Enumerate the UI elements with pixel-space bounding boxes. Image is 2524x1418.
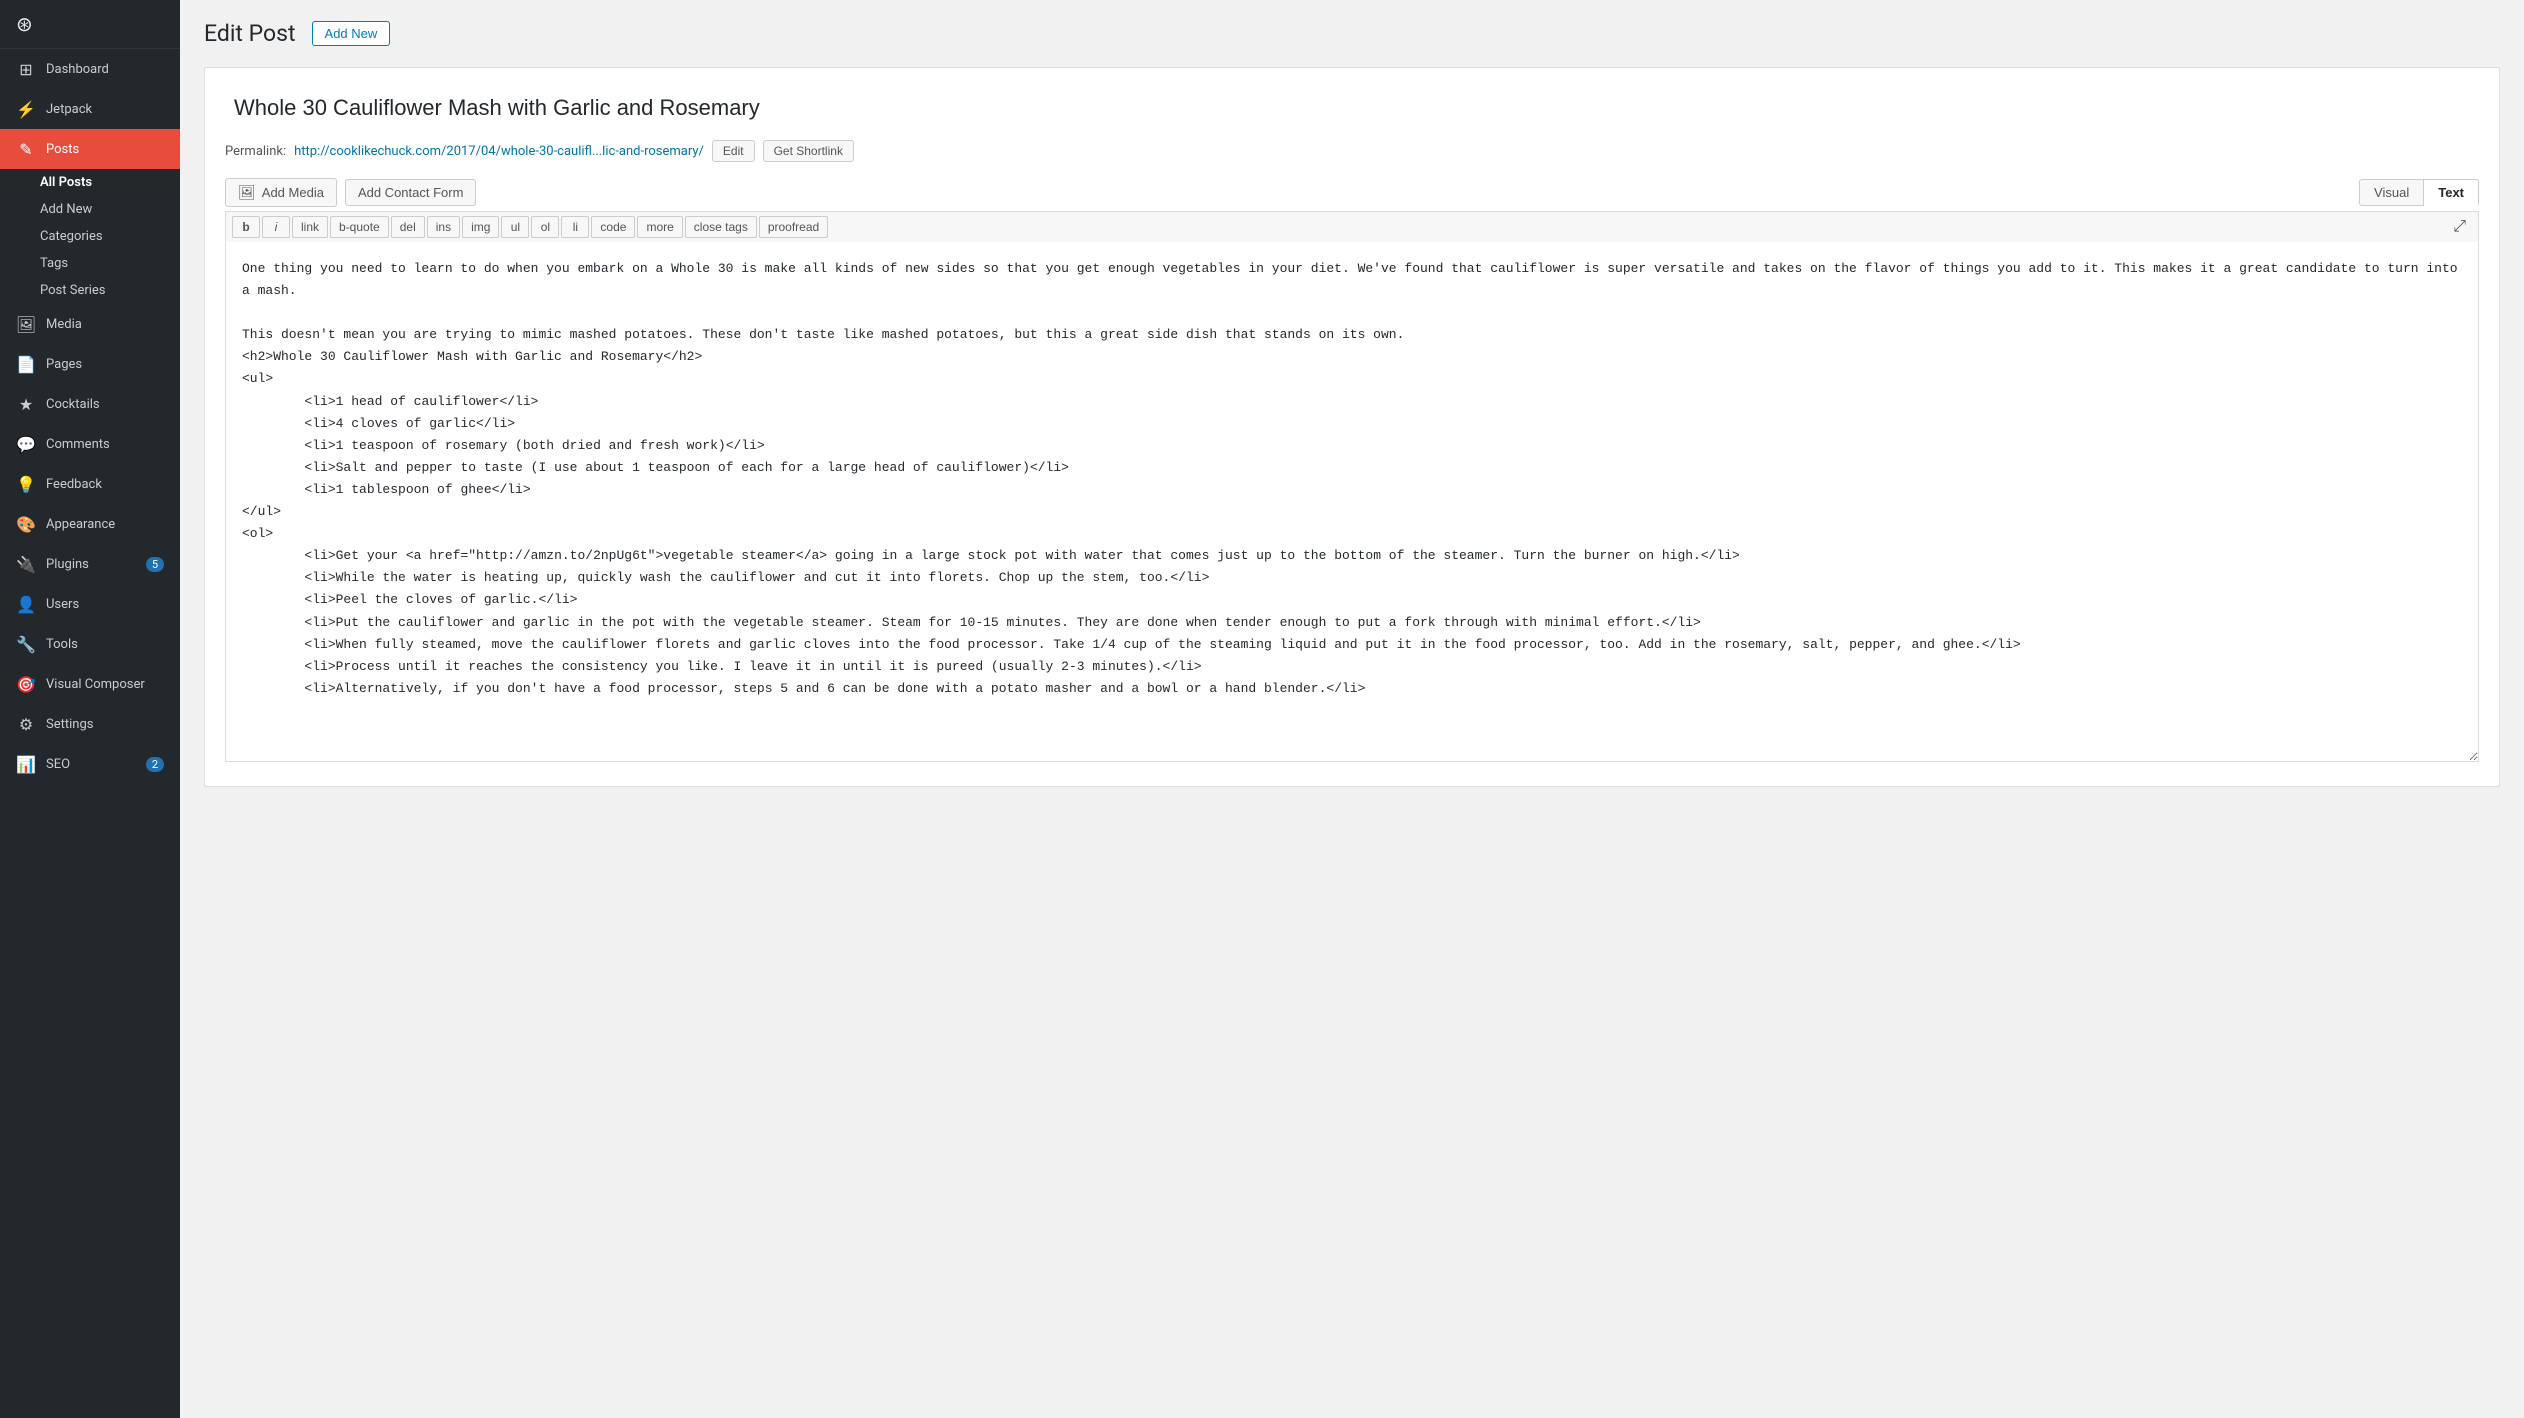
appearance-icon: 🎨 bbox=[16, 514, 36, 534]
sidebar-item-settings[interactable]: ⚙ Settings bbox=[0, 704, 180, 744]
add-contact-form-button[interactable]: Add Contact Form bbox=[345, 179, 477, 206]
feedback-icon: 💡 bbox=[16, 474, 36, 494]
add-new-label: Add New bbox=[40, 202, 92, 217]
sidebar-item-jetpack[interactable]: ⚡ Jetpack bbox=[0, 89, 180, 129]
sidebar-item-visual-composer[interactable]: 🎯 Visual Composer bbox=[0, 664, 180, 704]
categories-label: Categories bbox=[40, 229, 103, 244]
visual-composer-icon: 🎯 bbox=[16, 674, 36, 694]
sidebar-item-label: Visual Composer bbox=[46, 677, 145, 692]
sidebar-item-label: Media bbox=[46, 317, 82, 332]
sidebar-item-media[interactable]: 🖼 Media bbox=[0, 304, 180, 344]
settings-icon: ⚙ bbox=[16, 714, 36, 734]
seo-icon: 📊 bbox=[16, 754, 36, 774]
seo-badge: 2 bbox=[146, 757, 164, 772]
ul-button[interactable]: ul bbox=[501, 216, 529, 238]
li-button[interactable]: li bbox=[561, 216, 589, 238]
all-posts-label: All Posts bbox=[40, 175, 92, 190]
post-title-input[interactable] bbox=[225, 88, 2479, 128]
post-series-label: Post Series bbox=[40, 283, 106, 298]
page-title: Edit Post bbox=[204, 20, 296, 47]
editor-toolbar-top: 🖼 Add Media Add Contact Form Visual Text bbox=[225, 178, 2479, 207]
sidebar-item-label: Plugins bbox=[46, 557, 89, 572]
sidebar-item-label: Comments bbox=[46, 437, 110, 452]
sidebar-item-label: Feedback bbox=[46, 477, 102, 492]
pages-icon: 📄 bbox=[16, 354, 36, 374]
sidebar-subitem-all-posts[interactable]: All Posts bbox=[0, 169, 180, 196]
sidebar-subitem-categories[interactable]: Categories bbox=[0, 223, 180, 250]
sidebar-item-comments[interactable]: 💬 Comments bbox=[0, 424, 180, 464]
sidebar-item-label: Dashboard bbox=[46, 62, 109, 77]
posts-icon: ✎ bbox=[16, 139, 36, 159]
add-media-button[interactable]: 🖼 Add Media bbox=[225, 178, 337, 207]
add-media-label: Add Media bbox=[262, 185, 324, 200]
edit-permalink-button[interactable]: Edit bbox=[712, 140, 755, 162]
sidebar-item-pages[interactable]: 📄 Pages bbox=[0, 344, 180, 384]
sidebar-item-posts[interactable]: ✎ Posts bbox=[0, 129, 180, 169]
format-toolbar: b i link b-quote del ins img ul ol li co… bbox=[225, 211, 2479, 242]
sidebar-item-label: Users bbox=[46, 597, 79, 612]
editor-container: Permalink: http://cooklikechuck.com/2017… bbox=[204, 67, 2500, 787]
get-shortlink-button[interactable]: Get Shortlink bbox=[763, 140, 854, 162]
sidebar-subitem-post-series[interactable]: Post Series bbox=[0, 277, 180, 304]
users-icon: 👤 bbox=[16, 594, 36, 614]
toolbar-left: 🖼 Add Media Add Contact Form bbox=[225, 178, 476, 207]
sidebar-item-seo[interactable]: 📊 SEO 2 bbox=[0, 744, 180, 784]
sidebar-item-plugins[interactable]: 🔌 Plugins 5 bbox=[0, 544, 180, 584]
permalink-url[interactable]: http://cooklikechuck.com/2017/04/whole-3… bbox=[294, 144, 704, 159]
sidebar-item-label: Posts bbox=[46, 142, 79, 157]
del-button[interactable]: del bbox=[391, 216, 425, 238]
tools-icon: 🔧 bbox=[16, 634, 36, 654]
sidebar-subitem-tags[interactable]: Tags bbox=[0, 250, 180, 277]
sidebar-item-users[interactable]: 👤 Users bbox=[0, 584, 180, 624]
italic-button[interactable]: i bbox=[262, 216, 290, 238]
expand-button[interactable]: ⤢ bbox=[2447, 216, 2472, 238]
sidebar-subitem-add-new[interactable]: Add New bbox=[0, 196, 180, 223]
sidebar-item-dashboard[interactable]: ⊞ Dashboard bbox=[0, 49, 180, 89]
plugins-badge: 5 bbox=[146, 557, 164, 572]
permalink-label: Permalink: bbox=[225, 144, 286, 159]
wp-icon: ⊛ bbox=[16, 12, 33, 36]
link-button[interactable]: link bbox=[292, 216, 328, 238]
img-button[interactable]: img bbox=[462, 216, 499, 238]
more-button[interactable]: more bbox=[637, 216, 682, 238]
jetpack-icon: ⚡ bbox=[16, 99, 36, 119]
code-button[interactable]: code bbox=[591, 216, 635, 238]
add-new-button[interactable]: Add New bbox=[312, 21, 391, 46]
text-tab[interactable]: Text bbox=[2424, 179, 2479, 206]
close-tags-button[interactable]: close tags bbox=[685, 216, 757, 238]
main-content: Edit Post Add New Permalink: http://cook… bbox=[180, 0, 2524, 1418]
sidebar-item-feedback[interactable]: 💡 Feedback bbox=[0, 464, 180, 504]
post-content-textarea[interactable] bbox=[225, 242, 2479, 762]
visual-tab[interactable]: Visual bbox=[2359, 179, 2424, 206]
tags-label: Tags bbox=[40, 256, 68, 271]
sidebar-item-label: Settings bbox=[46, 717, 93, 732]
bold-button[interactable]: b bbox=[232, 216, 260, 238]
add-media-icon: 🖼 bbox=[238, 184, 256, 201]
comments-icon: 💬 bbox=[16, 434, 36, 454]
permalink-row: Permalink: http://cooklikechuck.com/2017… bbox=[225, 140, 2479, 162]
ol-button[interactable]: ol bbox=[531, 216, 559, 238]
media-icon: 🖼 bbox=[16, 314, 36, 334]
plugins-icon: 🔌 bbox=[16, 554, 36, 574]
sidebar: ⊛ ⊞ Dashboard ⚡ Jetpack ✎ Posts All Post… bbox=[0, 0, 180, 1418]
sidebar-item-appearance[interactable]: 🎨 Appearance bbox=[0, 504, 180, 544]
sidebar-item-label: Appearance bbox=[46, 517, 115, 532]
bquote-button[interactable]: b-quote bbox=[330, 216, 389, 238]
ins-button[interactable]: ins bbox=[427, 216, 460, 238]
sidebar-item-label: Tools bbox=[46, 637, 78, 652]
page-header: Edit Post Add New bbox=[204, 20, 2500, 47]
wp-logo: ⊛ bbox=[0, 0, 180, 49]
dashboard-icon: ⊞ bbox=[16, 59, 36, 79]
view-tabs: Visual Text bbox=[2359, 179, 2479, 206]
cocktails-icon: ★ bbox=[16, 394, 36, 414]
sidebar-item-label: Cocktails bbox=[46, 397, 100, 412]
sidebar-item-label: Pages bbox=[46, 357, 82, 372]
sidebar-item-tools[interactable]: 🔧 Tools bbox=[0, 624, 180, 664]
sidebar-item-cocktails[interactable]: ★ Cocktails bbox=[0, 384, 180, 424]
proofread-button[interactable]: proofread bbox=[759, 216, 828, 238]
sidebar-item-label: Jetpack bbox=[46, 102, 92, 117]
sidebar-item-label: SEO bbox=[46, 757, 70, 772]
